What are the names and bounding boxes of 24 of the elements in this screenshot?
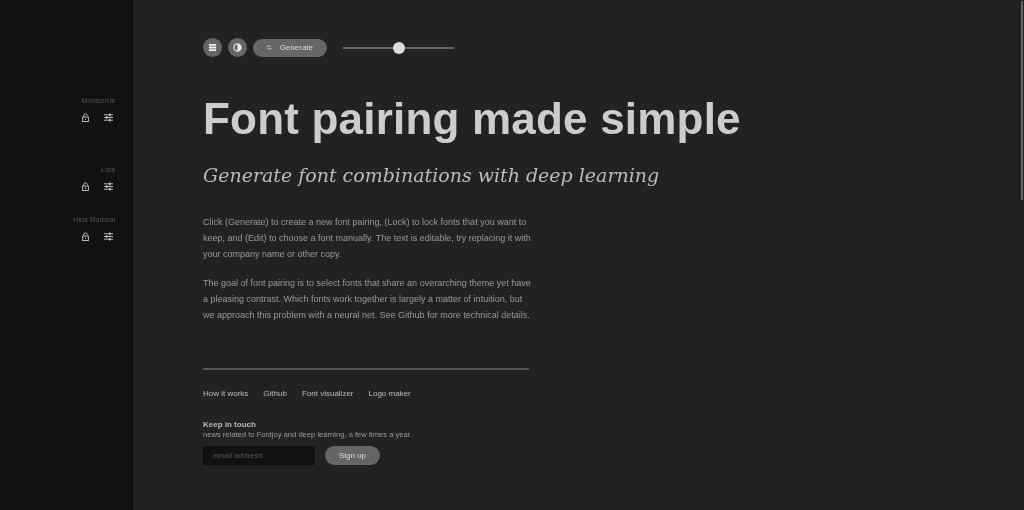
footer-link[interactable]: Logo maker — [368, 389, 411, 398]
generate-button[interactable]: Generate — [253, 38, 327, 57]
paragraph: Click (Generate) to create a new font pairing, (Lock) to lock fonts that you want to keep, and (Edit) to choose a font manually. The text is editable, try replacing it with your company name or other copy. — [203, 216, 532, 261]
lock-icon[interactable] — [81, 182, 90, 191]
lock-icon[interactable] — [81, 232, 90, 241]
list-button[interactable] — [203, 38, 222, 57]
sliders-icon[interactable] — [104, 232, 113, 241]
contrast-button[interactable] — [228, 38, 247, 57]
footer-link[interactable]: How it works — [203, 389, 249, 398]
sliders-icon[interactable] — [104, 113, 113, 122]
sign-up-button[interactable]: Sign up — [325, 446, 380, 465]
footer-link[interactable]: Font visualizer — [301, 389, 354, 398]
newsletter-heading: Keep in touch — [203, 420, 257, 429]
slider-thumb[interactable] — [392, 41, 405, 54]
page-title: Font pairing made simple — [203, 97, 742, 141]
contrast-icon — [233, 43, 242, 52]
sliders-icon[interactable] — [104, 182, 113, 191]
scrollbar[interactable] — [1021, 1, 1023, 200]
list-icon — [208, 43, 217, 52]
refresh-icon — [267, 43, 272, 52]
footer-link[interactable]: Github — [263, 389, 287, 398]
lock-icon[interactable] — [81, 113, 90, 122]
subtitle: Generate font combinations with deep learning — [203, 164, 661, 186]
paragraph: The goal of font pairing is to select fonts that share an overarching theme yet have a pleasing contrast. Which fonts work together is largely a matter of intuition, but we approach this problem with a neural net. See Github for more technical details. — [203, 277, 532, 322]
